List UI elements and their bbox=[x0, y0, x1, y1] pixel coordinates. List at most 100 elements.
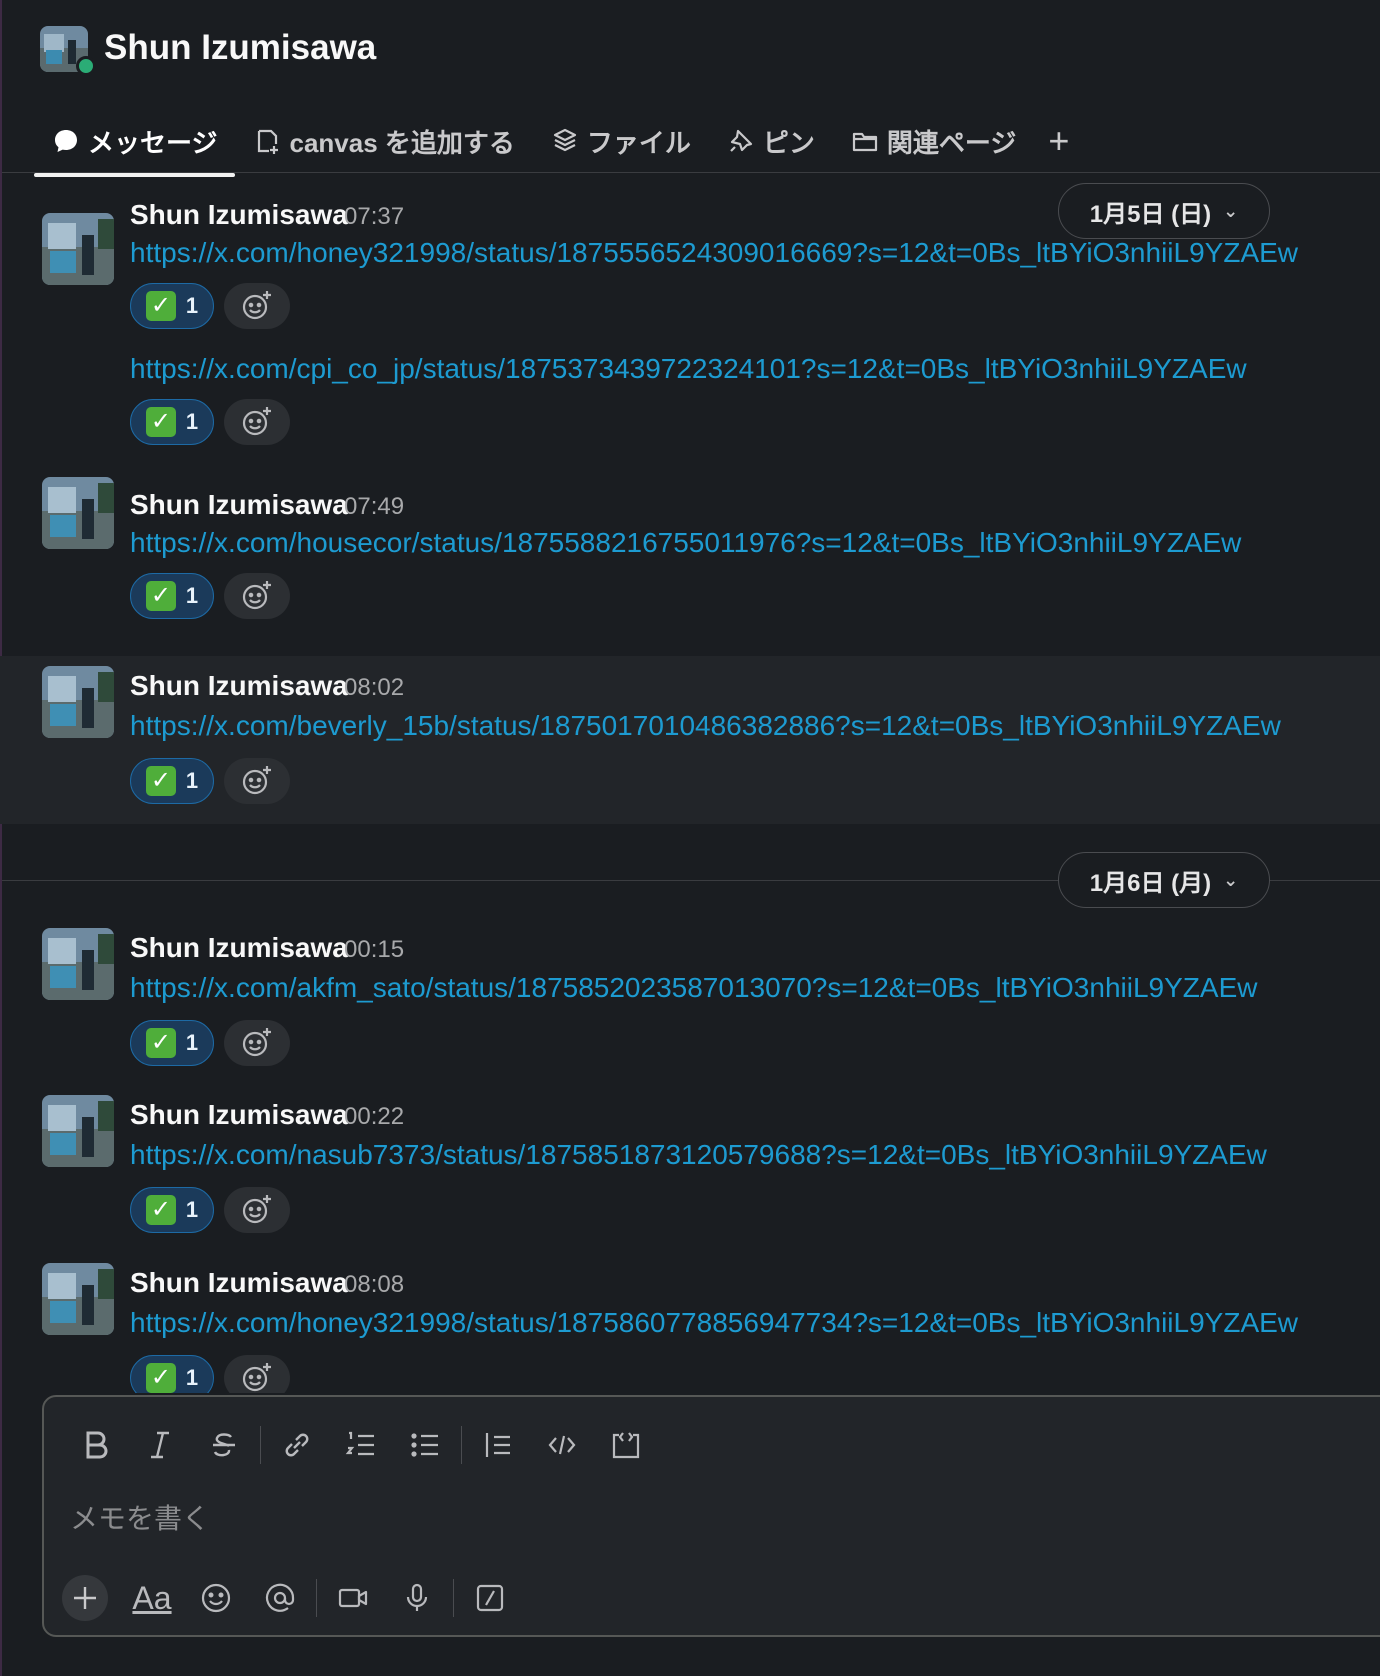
message[interactable]: Shun Izumisawa 08:08 https://x.com/honey… bbox=[0, 1253, 1380, 1393]
message-timestamp[interactable]: 00:15 bbox=[344, 936, 404, 964]
message-timestamp[interactable]: 08:02 bbox=[344, 674, 404, 702]
add-reaction-button[interactable] bbox=[224, 1355, 290, 1393]
message-author[interactable]: Shun Izumisawa bbox=[130, 670, 348, 702]
avatar[interactable] bbox=[42, 1095, 114, 1167]
code-block-button[interactable] bbox=[594, 1419, 658, 1471]
video-clip-button[interactable] bbox=[321, 1572, 385, 1624]
toolbar-separator bbox=[316, 1579, 317, 1617]
mention-button[interactable] bbox=[248, 1572, 312, 1624]
channel-header: Shun Izumisawa bbox=[0, 0, 1380, 100]
add-reaction-button[interactable] bbox=[224, 283, 290, 329]
page-title[interactable]: Shun Izumisawa bbox=[104, 28, 376, 68]
message-composer[interactable]: メモを書く Aa bbox=[42, 1395, 1380, 1637]
message[interactable]: Shun Izumisawa 00:15 https://x.com/akfm_… bbox=[0, 918, 1380, 1084]
link-button[interactable] bbox=[265, 1419, 329, 1471]
message-timestamp[interactable]: 00:22 bbox=[344, 1103, 404, 1131]
message-author[interactable]: Shun Izumisawa bbox=[130, 1267, 348, 1299]
message-timestamp[interactable]: 07:49 bbox=[344, 493, 404, 521]
tab-add-canvas[interactable]: canvas を追加する bbox=[235, 111, 532, 171]
ordered-list-button[interactable] bbox=[329, 1419, 393, 1471]
toolbar-separator bbox=[260, 1426, 261, 1464]
check-mark-icon: ✓ bbox=[145, 1028, 176, 1058]
message-timestamp[interactable]: 07:37 bbox=[344, 203, 404, 231]
add-reaction-button[interactable] bbox=[224, 758, 290, 804]
reaction-check[interactable]: ✓ 1 bbox=[130, 573, 214, 619]
message-author[interactable]: Shun Izumisawa bbox=[130, 932, 348, 964]
add-reaction-button[interactable] bbox=[224, 399, 290, 445]
message[interactable]: Shun Izumisawa 07:49 https://x.com/house… bbox=[0, 463, 1380, 629]
add-emoji-icon bbox=[242, 1028, 271, 1057]
add-reaction-button[interactable] bbox=[224, 1187, 290, 1233]
message-bubble-icon bbox=[55, 130, 77, 152]
message-timestamp[interactable]: 08:08 bbox=[344, 1271, 404, 1299]
attach-button[interactable] bbox=[62, 1575, 108, 1621]
add-reaction-button[interactable] bbox=[224, 573, 290, 619]
avatar[interactable] bbox=[42, 928, 114, 1000]
tab-related-pages[interactable]: 関連ページ bbox=[833, 111, 1034, 171]
message-link[interactable]: https://x.com/housecor/status/1875588216… bbox=[130, 527, 1241, 559]
message[interactable]: Shun Izumisawa 08:02 https://x.com/bever… bbox=[0, 656, 1380, 824]
reactions-row: ✓ 1 bbox=[130, 1020, 290, 1066]
tab-messages[interactable]: メッセージ bbox=[34, 111, 236, 177]
check-mark-icon: ✓ bbox=[145, 581, 176, 611]
blockquote-button[interactable] bbox=[466, 1419, 530, 1471]
reactions-row: ✓ 1 bbox=[130, 758, 290, 804]
chevron-down-icon: ⌄ bbox=[1223, 869, 1239, 890]
reaction-check[interactable]: ✓ 1 bbox=[130, 1020, 214, 1066]
message-link[interactable]: https://x.com/cpi_co_jp/status/187537343… bbox=[130, 353, 1247, 385]
composer-input[interactable]: メモを書く bbox=[70, 1497, 210, 1537]
canvas-add-icon bbox=[258, 129, 279, 154]
reaction-check[interactable]: ✓ 1 bbox=[130, 758, 214, 804]
strikethrough-button[interactable] bbox=[192, 1419, 256, 1471]
message-link[interactable]: https://x.com/honey321998/status/1875860… bbox=[130, 1307, 1298, 1339]
avatar[interactable] bbox=[42, 1263, 114, 1335]
add-reaction-button[interactable] bbox=[224, 1020, 290, 1066]
reaction-count: 1 bbox=[185, 1365, 199, 1390]
strikethrough-icon bbox=[213, 1433, 235, 1457]
reaction-count: 1 bbox=[185, 1197, 199, 1222]
code-button[interactable] bbox=[530, 1419, 594, 1471]
reaction-count: 1 bbox=[185, 409, 199, 434]
avatar[interactable] bbox=[42, 213, 114, 285]
blockquote-icon bbox=[485, 1433, 510, 1457]
bold-button[interactable] bbox=[64, 1419, 128, 1471]
message[interactable]: https://x.com/cpi_co_jp/status/187537343… bbox=[0, 343, 1380, 463]
check-mark-icon: ✓ bbox=[145, 407, 176, 437]
bulleted-list-button[interactable] bbox=[393, 1419, 457, 1471]
date-separator-button[interactable]: 1月5日 (日) ⌄ bbox=[1058, 183, 1270, 239]
message-link[interactable]: https://x.com/honey321998/status/1875556… bbox=[130, 237, 1298, 269]
tab-files[interactable]: ファイル bbox=[533, 111, 709, 171]
audio-clip-button[interactable] bbox=[385, 1572, 449, 1624]
message-author[interactable]: Shun Izumisawa bbox=[130, 1099, 348, 1131]
avatar[interactable] bbox=[42, 477, 114, 549]
shortcuts-button[interactable] bbox=[458, 1572, 522, 1624]
layers-icon bbox=[553, 128, 576, 152]
message-list: Shun Izumisawa 07:37 https://x.com/honey… bbox=[0, 173, 1380, 1393]
reactions-row: ✓ 1 bbox=[130, 399, 290, 445]
add-emoji-icon bbox=[242, 407, 271, 436]
pin-icon bbox=[730, 129, 753, 152]
tab-pins[interactable]: ピン bbox=[709, 111, 833, 171]
reaction-check[interactable]: ✓ 1 bbox=[130, 399, 214, 445]
check-mark-icon: ✓ bbox=[145, 1363, 176, 1393]
avatar[interactable] bbox=[42, 666, 114, 738]
add-emoji-icon bbox=[242, 1363, 271, 1392]
message-link[interactable]: https://x.com/beverly_15b/status/1875017… bbox=[130, 710, 1281, 742]
reaction-check[interactable]: ✓ 1 bbox=[130, 283, 214, 329]
message-author[interactable]: Shun Izumisawa bbox=[130, 489, 348, 521]
message-link[interactable]: https://x.com/akfm_sato/status/187585202… bbox=[130, 972, 1257, 1004]
formatting-toolbar bbox=[64, 1419, 658, 1471]
add-tab-button[interactable]: + bbox=[1034, 111, 1083, 171]
date-separator-button[interactable]: 1月6日 (月) ⌄ bbox=[1058, 852, 1270, 908]
italic-button[interactable] bbox=[128, 1419, 192, 1471]
reaction-check[interactable]: ✓ 1 bbox=[130, 1355, 214, 1393]
message[interactable]: Shun Izumisawa 00:22 https://x.com/nasub… bbox=[0, 1085, 1380, 1251]
reactions-row: ✓ 1 bbox=[130, 283, 290, 329]
emoji-button[interactable] bbox=[184, 1572, 248, 1624]
reaction-count: 1 bbox=[185, 768, 199, 793]
ordered-list-icon bbox=[345, 1431, 374, 1456]
message-link[interactable]: https://x.com/nasub7373/status/187585187… bbox=[130, 1139, 1267, 1171]
reaction-check[interactable]: ✓ 1 bbox=[130, 1187, 214, 1233]
message-author[interactable]: Shun Izumisawa bbox=[130, 199, 348, 231]
text-formatting-toggle[interactable]: Aa bbox=[120, 1572, 184, 1624]
